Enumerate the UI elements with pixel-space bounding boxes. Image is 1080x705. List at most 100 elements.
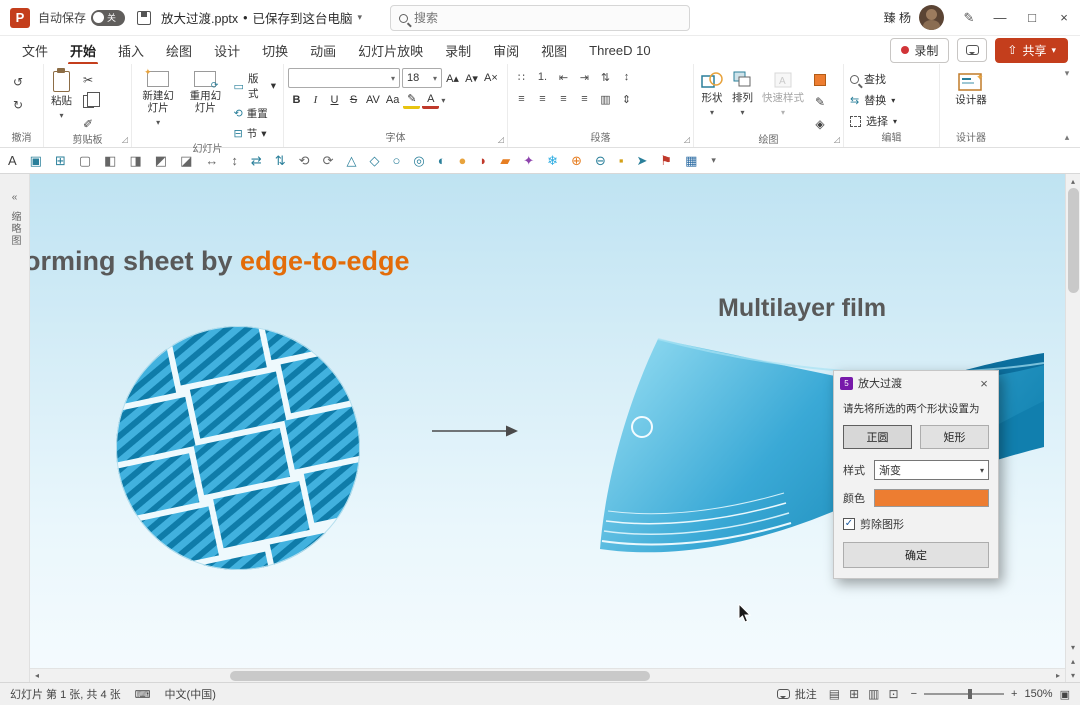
align-left-icon[interactable]: ≡ [512, 90, 531, 108]
scroll-up-icon[interactable]: ▴ [1066, 174, 1080, 188]
redo-button[interactable]: ↻ [8, 95, 28, 114]
change-case-button[interactable]: Aa [384, 91, 401, 109]
select-button[interactable]: 选择 ▾ [848, 112, 899, 130]
shape-outline-button[interactable]: ✎ [810, 92, 830, 111]
character-spacing-button[interactable]: AV [364, 91, 382, 109]
slide-number-status[interactable]: 幻灯片 第 1 张, 共 4 张 [10, 686, 121, 702]
reuse-slides-button[interactable]: ⟳ 重用幻灯片 [183, 68, 227, 117]
columns-icon[interactable]: ▥ [596, 90, 615, 108]
strikethrough-button[interactable]: S [345, 91, 362, 109]
slide-canvas[interactable]: orming sheet by edge-to-edge Multilayer … [30, 174, 1065, 682]
avatar[interactable] [919, 5, 944, 30]
autosave-toggle[interactable]: 关 [91, 9, 126, 26]
oval-shape-icon[interactable]: ○ [392, 154, 400, 167]
rotate-left-icon[interactable]: ⟲ [299, 154, 310, 167]
tab-review[interactable]: 审阅 [483, 37, 529, 64]
half-circle-icon[interactable]: ◐ [438, 154, 446, 167]
align-center-icon[interactable]: ≡ [533, 90, 552, 108]
maximize-button[interactable]: □ [1016, 0, 1048, 36]
slide-subtitle[interactable]: Multilayer film [718, 294, 886, 323]
style-select[interactable]: 渐变 ▾ [874, 460, 989, 480]
arrange-button[interactable]: 排列 ▾ [729, 68, 756, 122]
comments-button[interactable] [957, 38, 988, 62]
copy-button[interactable] [78, 92, 100, 111]
dialog-launcher-icon[interactable]: ◿ [684, 135, 690, 144]
collapse-ribbon-icon[interactable]: ▴ [1065, 132, 1070, 143]
lock-icon[interactable]: ▪ [619, 154, 624, 167]
save-grid-icon[interactable]: ▦ [685, 154, 697, 167]
notes-button[interactable]: 批注 [776, 686, 817, 702]
ok-button[interactable]: 确定 [843, 542, 989, 568]
dialog-titlebar[interactable]: 5 放大过渡 × [834, 371, 998, 395]
next-slide-button[interactable]: ▾ [1066, 668, 1080, 682]
lips-icon[interactable]: ◗ [479, 154, 487, 167]
dialog-launcher-icon[interactable]: ◿ [834, 135, 840, 144]
numbering-icon[interactable]: 1. [533, 68, 552, 86]
table-icon[interactable]: ⊞ [55, 154, 66, 167]
save-icon[interactable] [137, 10, 152, 25]
undo-button[interactable]: ↺ [8, 72, 28, 91]
vertical-scrollbar[interactable]: ▴ ▾ ▴ ▾ [1065, 174, 1080, 682]
tab-animations[interactable]: 动画 [300, 37, 346, 64]
decrease-indent-icon[interactable]: ⇤ [554, 68, 573, 86]
replace-button[interactable]: ⇆ 替换 ▾ [848, 91, 897, 109]
reset-button[interactable]: ⟲ 重置 [231, 105, 279, 122]
ribbon-options-icon[interactable]: ▾ [1065, 68, 1070, 79]
tab-file[interactable]: 文件 [12, 37, 58, 64]
circle-shape-button[interactable]: 正圆 [843, 425, 912, 449]
normal-view-icon[interactable]: ▤ [829, 687, 840, 701]
bold-button[interactable]: B [288, 91, 305, 109]
keyboard-icon[interactable]: ⌨ [135, 688, 151, 701]
find-button[interactable]: 查找 [848, 70, 888, 88]
increase-indent-icon[interactable]: ⇥ [575, 68, 594, 86]
zoom-slider[interactable] [924, 689, 1005, 699]
color-swatch[interactable] [874, 489, 989, 507]
dialog-close-icon[interactable]: × [976, 376, 992, 391]
text-direction-icon[interactable]: ↕ [617, 68, 636, 86]
pane-collapse-icon[interactable]: « [12, 192, 18, 203]
diamond-shape-icon[interactable]: ◇ [369, 154, 379, 167]
donut-shape-icon[interactable]: ◎ [413, 154, 424, 167]
language-status[interactable]: 中文(中国) [165, 686, 216, 702]
horizontal-scroll-thumb[interactable] [230, 671, 650, 681]
thumbnail-pane-collapsed[interactable]: « 缩略图 [0, 174, 30, 682]
tab-design[interactable]: 设计 [204, 37, 250, 64]
font-name-combo[interactable]: ▾ [288, 68, 400, 88]
scroll-left-icon[interactable]: ◂ [30, 671, 44, 680]
underline-button[interactable]: U [326, 91, 343, 109]
slide-heading[interactable]: orming sheet by edge-to-edge [30, 246, 410, 277]
tab-transitions[interactable]: 切换 [252, 37, 298, 64]
flag-icon[interactable]: ⚑ [660, 154, 672, 167]
subtract-shapes-icon[interactable]: ⊖ [595, 154, 606, 167]
corrugated-circle-graphic[interactable] [115, 325, 361, 571]
decrease-font-icon[interactable]: A▾ [463, 69, 480, 87]
paste-button[interactable]: 粘贴 ▾ [48, 68, 75, 125]
picture-icon[interactable]: ▰ [500, 154, 510, 167]
tab-home[interactable]: 开始 [60, 37, 106, 65]
dialog-launcher-icon[interactable]: ◿ [122, 135, 128, 144]
clip-shape-option[interactable]: ✓ 剪除图形 [843, 516, 989, 532]
align-right-icon[interactable]: ≡ [554, 90, 573, 108]
italic-button[interactable]: I [307, 91, 324, 109]
shapes-button[interactable]: 形状 ▾ [698, 68, 726, 122]
previous-slide-button[interactable]: ▴ [1066, 654, 1080, 668]
placeholder-icon[interactable]: ▢ [79, 154, 91, 167]
line-spacing-icon[interactable]: ⇅ [596, 68, 615, 86]
font-color-button[interactable]: A [422, 91, 440, 109]
toolbar-overflow-icon[interactable]: ▾ [711, 155, 716, 166]
tab-slideshow[interactable]: 幻灯片放映 [348, 37, 433, 64]
rectangle-shape-button[interactable]: 矩形 [920, 425, 989, 449]
vertical-scroll-thumb[interactable] [1068, 188, 1079, 293]
minimize-button[interactable]: — [984, 0, 1016, 36]
rotate-right-icon[interactable]: ⟳ [323, 154, 334, 167]
increase-font-icon[interactable]: A▴ [444, 69, 461, 87]
share-button[interactable]: ⇧ 共享 ▾ [995, 37, 1068, 63]
reading-view-icon[interactable]: ▥ [868, 687, 879, 701]
textbox-icon[interactable]: A [8, 154, 17, 167]
tab-view[interactable]: 视图 [531, 37, 577, 64]
format-painter-button[interactable]: ✐ [78, 114, 98, 133]
designer-button[interactable]: ✦ 设计器 [952, 68, 990, 109]
tab-draw[interactable]: 绘图 [156, 37, 202, 64]
arrow-graphic[interactable] [432, 424, 518, 438]
slideshow-icon[interactable]: ⊡ [889, 687, 899, 701]
